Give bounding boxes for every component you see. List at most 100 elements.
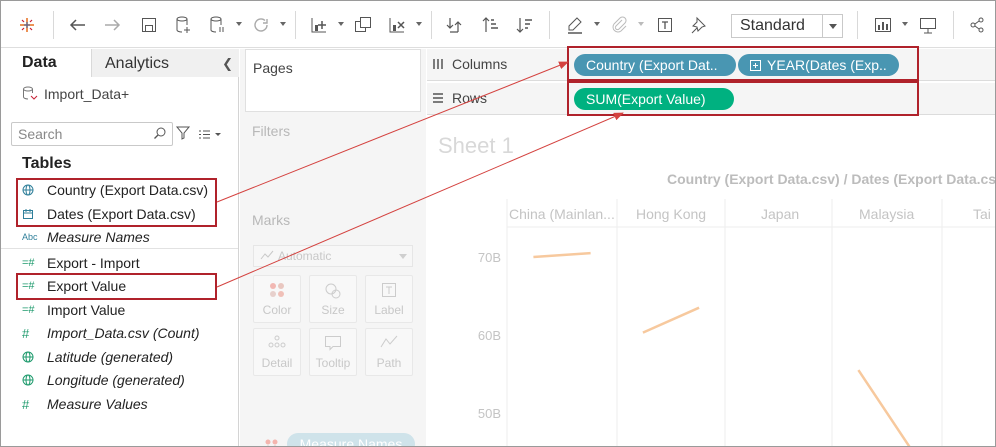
label-button[interactable]: Label	[365, 275, 413, 323]
tooltip-icon	[325, 336, 341, 351]
rows-label-text: Rows	[452, 90, 488, 106]
clear-sheet-icon[interactable]	[385, 13, 409, 37]
field-import-value[interactable]: =# Import Value	[22, 299, 125, 321]
color-legend-icon	[265, 439, 278, 446]
field-export-import[interactable]: =# Export - Import	[22, 252, 140, 274]
field-name: Import Value	[47, 302, 126, 318]
field-measure-names[interactable]: Abc Measure Names	[22, 226, 150, 248]
toolbar: Standard	[1, 1, 995, 48]
rows-label: Rows	[432, 90, 487, 106]
path-button[interactable]: Path	[365, 328, 413, 376]
detail-icon	[268, 335, 286, 348]
tab-data[interactable]: Data	[1, 49, 91, 77]
tooltip-button[interactable]: Tooltip	[309, 328, 357, 376]
pin-icon[interactable]	[687, 13, 711, 37]
rows-icon	[433, 93, 443, 103]
field-measure-values[interactable]: # Measure Values	[22, 393, 148, 415]
measure-icon: #	[22, 396, 30, 412]
size-icon	[325, 283, 341, 299]
line-mark	[642, 306, 700, 334]
line-mark	[533, 251, 591, 259]
field-name: Import_Data.csv (Count)	[47, 325, 200, 341]
y-tick-label: 60B	[478, 328, 501, 343]
new-datasource-icon[interactable]	[171, 13, 195, 37]
pause-updates-icon[interactable]	[205, 13, 229, 37]
line-mark	[857, 369, 911, 446]
search-icon	[154, 127, 166, 139]
globe-icon	[22, 351, 47, 363]
search-placeholder: Search	[18, 126, 63, 142]
columns-icon	[433, 59, 443, 69]
sort-ascending-icon[interactable]	[479, 13, 503, 37]
measure-callout-box	[16, 273, 217, 300]
refresh-icon[interactable]	[249, 13, 273, 37]
y-tick-label: 70B	[478, 250, 501, 265]
view-options-icon[interactable]	[198, 127, 222, 145]
undo-icon[interactable]	[65, 13, 89, 37]
duplicate-sheet-icon[interactable]	[351, 13, 375, 37]
abc-icon: Abc	[22, 232, 38, 242]
datasource-name: Import_Data+	[44, 86, 130, 102]
highlight-icon[interactable]	[563, 13, 587, 37]
datasource-item[interactable]: Import_Data+	[22, 86, 129, 102]
size-button[interactable]: Size	[309, 275, 357, 323]
field-longitude[interactable]: Longitude (generated)	[22, 369, 185, 391]
detail-button[interactable]: Detail	[253, 328, 301, 376]
show-me-icon[interactable]	[871, 13, 895, 37]
field-name: Measure Values	[47, 396, 148, 412]
label-icon	[382, 283, 396, 297]
labels-icon[interactable]	[653, 13, 677, 37]
color-button[interactable]: Color	[253, 275, 301, 323]
chevron-down-icon[interactable]	[822, 15, 842, 37]
search-field[interactable]: Search	[11, 122, 173, 146]
new-sheet-icon[interactable]	[307, 13, 331, 37]
data-pane: Data Analytics ❮ Import_Data+ Search Tab…	[1, 49, 239, 446]
view-size-value: Standard	[740, 17, 805, 34]
swap-icon[interactable]	[443, 13, 467, 37]
pages-card[interactable]: Pages	[245, 49, 421, 112]
redo-icon[interactable]	[101, 13, 125, 37]
tableau-window: Standard Data Analytics ❮ Import_Data+ S…	[0, 0, 996, 447]
view-size-select[interactable]: Standard	[731, 14, 843, 38]
calc-measure-icon: =#	[22, 257, 35, 269]
field-latitude[interactable]: Latitude (generated)	[22, 346, 173, 368]
label-label: Label	[374, 303, 404, 317]
size-label: Size	[321, 303, 345, 317]
globe-icon	[22, 374, 47, 386]
filters-title: Filters	[252, 123, 291, 139]
columns-label: Columns	[432, 56, 507, 72]
measure-names-pill[interactable]: Measure Names	[287, 433, 415, 446]
color-icon	[270, 283, 284, 297]
presentation-icon[interactable]	[916, 13, 940, 37]
cards-column: Pages Filters Marks Automatic Color Size…	[240, 49, 426, 446]
dimensions-callout-box	[16, 178, 217, 227]
save-icon[interactable]	[137, 13, 161, 37]
path-label: Path	[376, 356, 402, 370]
tableau-logo-icon[interactable]	[15, 13, 39, 37]
divider	[1, 248, 238, 249]
color-label: Color	[262, 303, 292, 317]
sort-descending-icon[interactable]	[513, 13, 537, 37]
share-icon[interactable]	[965, 13, 989, 37]
calc-measure-icon: =#	[22, 304, 35, 316]
chevron-down-icon	[399, 254, 407, 259]
columns-label-text: Columns	[452, 56, 508, 72]
chart-area: 70B 60B 50B	[478, 199, 995, 446]
mark-type-select[interactable]: Automatic	[253, 245, 413, 267]
field-count[interactable]: # Import_Data.csv (Count)	[22, 322, 200, 344]
tab-analytics[interactable]: Analytics ❮	[91, 49, 239, 77]
y-tick-label: 50B	[478, 406, 501, 421]
datasource-icon	[23, 86, 38, 100]
filter-icon[interactable]	[176, 126, 190, 140]
filters-card[interactable]: Filters	[245, 113, 421, 201]
pages-title: Pages	[253, 60, 293, 76]
group-icon[interactable]	[607, 13, 631, 37]
line-icon	[260, 250, 274, 260]
field-name: Latitude (generated)	[47, 349, 174, 365]
detail-label: Detail	[261, 356, 293, 370]
measure-icon: #	[22, 325, 30, 341]
marks-card: Marks Automatic Color Size Label Detail	[245, 202, 421, 446]
rows-callout-box	[567, 81, 919, 116]
worksheet-view[interactable]: Sheet 1 Country (Export Data.csv) / Date…	[427, 117, 995, 446]
collapse-pane-icon[interactable]: ❮	[222, 56, 233, 72]
